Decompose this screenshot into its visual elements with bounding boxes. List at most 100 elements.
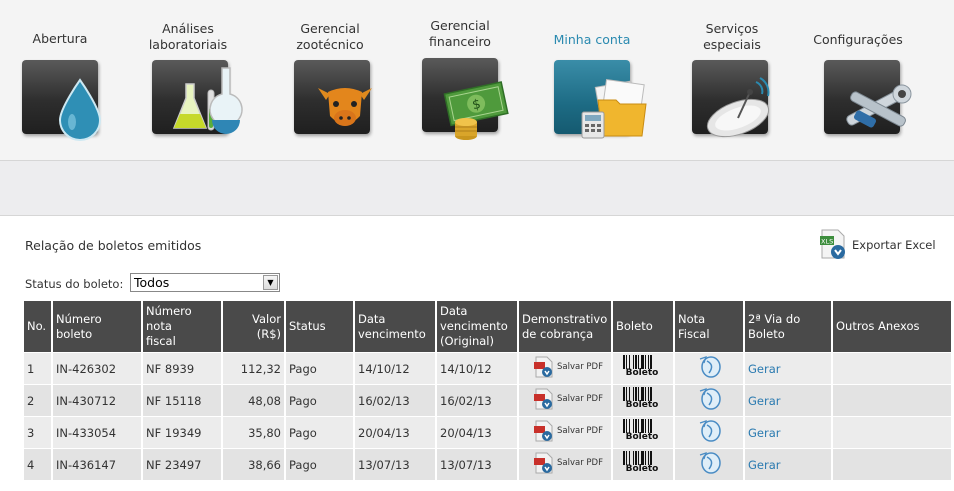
status-filter-select[interactable]: Todos ▼: [130, 273, 280, 292]
cell-valor: 38,66: [223, 449, 284, 481]
nota-fiscal-icon: [699, 356, 721, 378]
nota-fiscal-button[interactable]: [698, 419, 724, 446]
col-outros-anexos: Outros Anexos: [833, 301, 951, 353]
gerar-link[interactable]: Gerar: [748, 394, 781, 408]
col-numero-nota-label-2: fiscal: [146, 334, 176, 348]
salvar-pdf-button[interactable]: Salvar PDF: [534, 356, 603, 378]
pdf-icon: [534, 420, 553, 442]
cell-demonstrativo: Salvar PDF: [519, 449, 611, 481]
export-excel-button[interactable]: XLS Exportar Excel: [818, 228, 938, 262]
col-data-venc-label-2: vencimento: [358, 326, 426, 341]
col-via-label-1: 2ª Via do: [748, 311, 801, 326]
cell-data-original: 13/07/13: [437, 449, 517, 481]
status-filter-label: Status do boleto:: [25, 277, 124, 291]
table-header-row: No. Número boleto Número nota fiscal Valo…: [24, 301, 951, 353]
cell-boleto: Boleto: [613, 417, 673, 449]
cell-no: 3: [24, 417, 51, 449]
salvar-pdf-button[interactable]: Salvar PDF: [534, 420, 603, 442]
cell-demonstrativo: Salvar PDF: [519, 353, 611, 385]
water-drop-icon: [58, 78, 102, 141]
nota-fiscal-button[interactable]: [698, 355, 724, 382]
nav-item-financeiro[interactable]: Gerencial financeiro $: [400, 0, 520, 160]
export-excel-label: Exportar Excel: [852, 238, 936, 252]
cell-no: 4: [24, 449, 51, 481]
cell-status: Pago: [286, 385, 353, 417]
cell-valor: 35,80: [223, 417, 284, 449]
col-outros-label: Outros Anexos: [836, 319, 920, 333]
svg-text:XLS: XLS: [821, 238, 833, 246]
col-data-orig-label-1: Data: [440, 304, 468, 318]
excel-export-icon: XLS: [820, 229, 845, 259]
col-demo-label-1: Demonstrativo: [522, 311, 608, 326]
pdf-icon: [534, 452, 553, 474]
table-row: 2 IN-430712 NF 15118 48,08 Pago 16/02/13 16/02…: [24, 385, 951, 417]
col-valor: Valor (R$): [223, 301, 284, 353]
nav-item-analises[interactable]: Análises laboratoriais: [128, 0, 248, 160]
nav-label-minha-conta: Minha conta: [553, 32, 631, 47]
cell-status: Pago: [286, 417, 353, 449]
col-no: No.: [24, 301, 51, 353]
nav-item-servicos[interactable]: Serviços especiais: [672, 0, 792, 160]
nav-label-analises-1: Análises: [162, 21, 214, 36]
cell-nota-fiscal: [675, 417, 743, 449]
col-boleto: Boleto: [613, 301, 673, 353]
nav-label-analises-2: laboratoriais: [148, 37, 228, 52]
cell-no: 1: [24, 353, 51, 385]
boleto-barcode-button[interactable]: Boleto: [622, 450, 662, 476]
cell-valor: 112,32: [223, 353, 284, 385]
table-row: 4 IN-436147 NF 23497 38,66 Pago 13/07/13 13/07…: [24, 449, 951, 481]
col-demonstrativo: Demonstrativo de cobrança: [519, 301, 611, 353]
cell-outros-anexos: [833, 385, 951, 417]
cell-segunda-via: Gerar: [745, 417, 831, 449]
nav-label-financeiro-2: financeiro: [429, 34, 491, 49]
cell-status: Pago: [286, 449, 353, 481]
table-row: 1 IN-426302 NF 8939 112,32 Pago 14/10/12 14/10…: [24, 353, 951, 385]
col-data-orig-label-2: vencimento: [440, 319, 508, 333]
cell-nota-fiscal: [675, 353, 743, 385]
cell-demonstrativo: Salvar PDF: [519, 385, 611, 417]
gerar-link[interactable]: Gerar: [748, 426, 781, 440]
cell-data-original: 14/10/12: [437, 353, 517, 385]
cell-boleto: Boleto: [613, 449, 673, 481]
lab-flask-icon: [172, 67, 243, 134]
folder-documents-icon: [581, 78, 647, 139]
nav-item-abertura[interactable]: Abertura: [0, 0, 120, 160]
cell-data-vencimento: 14/10/12: [355, 353, 435, 385]
cell-nota-fiscal: [675, 449, 743, 481]
salvar-pdf-label: Salvar PDF: [557, 362, 603, 372]
cell-data-original: 16/02/13: [437, 385, 517, 417]
page-title: Relação de boletos emitidos: [25, 238, 202, 253]
col-boleto-label: Boleto: [616, 319, 653, 333]
cell-data-original: 20/04/13: [437, 417, 517, 449]
boleto-barcode-button[interactable]: Boleto: [622, 418, 662, 444]
nav-label-zootecnico-2: zootécnico: [296, 37, 364, 52]
col-data-vencimento: Data vencimento: [355, 301, 435, 353]
dropdown-arrow-icon[interactable]: ▼: [263, 275, 278, 290]
nav-label-configuracoes: Configurações: [813, 32, 903, 47]
tools-icon: [846, 84, 912, 128]
cell-segunda-via: Gerar: [745, 385, 831, 417]
col-data-original: Data vencimento (Original): [437, 301, 517, 353]
nota-fiscal-button[interactable]: [698, 451, 724, 478]
gerar-link[interactable]: Gerar: [748, 458, 781, 472]
nav-item-minha-conta[interactable]: Minha conta: [532, 0, 652, 160]
salvar-pdf-button[interactable]: Salvar PDF: [534, 452, 603, 474]
gerar-link[interactable]: Gerar: [748, 362, 781, 376]
nav-label-financeiro-1: Gerencial: [430, 18, 490, 33]
boleto-barcode-label: Boleto: [625, 368, 659, 378]
col-valor-label: Valor (R$): [252, 311, 281, 341]
nav-label-abertura: Abertura: [32, 31, 88, 46]
nota-fiscal-button[interactable]: [698, 387, 724, 414]
salvar-pdf-label: Salvar PDF: [557, 426, 603, 436]
col-via-label-2: Boleto: [748, 326, 785, 341]
salvar-pdf-button[interactable]: Salvar PDF: [534, 388, 603, 410]
boleto-barcode-button[interactable]: Boleto: [622, 386, 662, 412]
col-status-label: Status: [289, 319, 326, 333]
boleto-barcode-button[interactable]: Boleto: [622, 354, 662, 380]
col-data-orig-label-3: (Original): [440, 334, 494, 348]
cell-numero-nota: NF 23497: [143, 449, 221, 481]
cell-boleto: Boleto: [613, 385, 673, 417]
nav-item-configuracoes[interactable]: Configurações: [798, 0, 918, 160]
nav-item-zootecnico[interactable]: Gerencial zootécnico: [270, 0, 390, 160]
col-segunda-via: 2ª Via do Boleto: [745, 301, 831, 353]
